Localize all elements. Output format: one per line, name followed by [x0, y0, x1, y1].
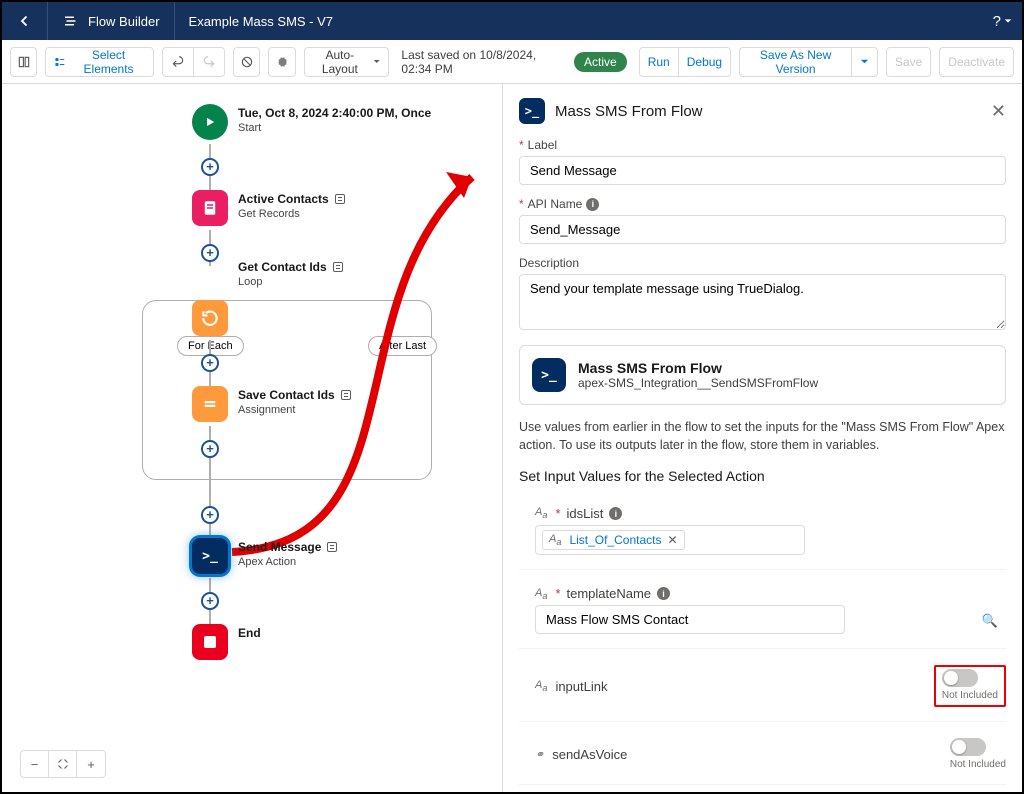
zoom-out-button[interactable]: − — [21, 751, 49, 777]
add-element-button[interactable]: + — [201, 244, 219, 262]
toolbar: Select Elements Auto-Layout Last saved o… — [2, 40, 1022, 84]
run-debug-group: Run Debug — [639, 47, 731, 77]
flow-canvas[interactable]: For Each After Last Tue, Oct 8, 2024 2:4… — [2, 84, 502, 792]
input-inputLink: AainputLink Not Included — [519, 657, 1006, 722]
app-title-block: Flow Builder — [48, 2, 175, 40]
text-type-icon: Aa — [535, 679, 547, 693]
close-panel-button[interactable]: ✕ — [991, 101, 1006, 122]
zoom-controls: − + — [20, 750, 106, 778]
action-api: apex-SMS_Integration__SendSMSFromFlow — [578, 376, 818, 390]
search-icon: 🔍 — [982, 613, 998, 629]
label-input[interactable] — [519, 156, 1006, 185]
action-summary-card[interactable]: >_ Mass SMS From Flow apex-SMS_Integrati… — [519, 345, 1006, 405]
help-button[interactable]: ? — [993, 13, 1012, 30]
panel-title: Mass SMS From Flow — [555, 103, 981, 120]
info-icon[interactable]: i — [609, 507, 622, 520]
play-icon — [192, 104, 228, 140]
templateName-input[interactable] — [535, 605, 845, 634]
add-element-button[interactable]: + — [201, 592, 219, 610]
details-icon — [333, 262, 343, 272]
run-button[interactable]: Run — [639, 47, 679, 77]
info-icon[interactable]: i — [586, 198, 599, 211]
input-sendAsVoice: ⚭sendAsVoice Not Included — [519, 730, 1006, 785]
save-as-group: Save As New Version — [739, 47, 878, 77]
app-title: Flow Builder — [88, 14, 160, 29]
assignment-icon — [192, 386, 228, 422]
gear-icon — [275, 55, 289, 69]
chevron-down-icon — [860, 57, 869, 66]
panel-help-text: Use values from earlier in the flow to s… — [519, 419, 1006, 454]
apex-action-icon: >_ — [192, 538, 228, 574]
undo-redo-group — [162, 47, 225, 77]
sendAsVoice-toggle[interactable] — [950, 738, 986, 756]
action-name: Mass SMS From Flow — [578, 360, 818, 376]
label-field-label: *Label — [519, 138, 1006, 152]
debug-button[interactable]: Debug — [678, 47, 731, 77]
add-element-button[interactable]: + — [201, 354, 219, 372]
details-icon — [327, 542, 337, 552]
undo-icon — [171, 55, 185, 69]
zoom-fit-button[interactable] — [49, 751, 77, 777]
prohibit-button[interactable] — [233, 47, 260, 77]
checklist-icon — [54, 55, 66, 69]
layout-mode-select[interactable]: Auto-Layout — [304, 47, 390, 77]
input-idsList: Aa*idsListi AaList_Of_Contacts✕ — [519, 498, 1006, 570]
link-type-icon: ⚭ — [535, 748, 544, 761]
select-elements-button[interactable]: Select Elements — [45, 47, 153, 77]
info-icon[interactable]: i — [657, 587, 670, 600]
input-templateName: Aa*templateNamei 🔍 — [519, 578, 1006, 649]
chevron-down-icon — [1004, 17, 1012, 25]
flow-node-save-contact-ids[interactable]: Save Contact Ids Assignment — [192, 386, 431, 426]
loop-icon — [192, 300, 228, 336]
canvas-mode-button[interactable] — [10, 47, 37, 77]
flow-node-end: End — [192, 624, 431, 664]
api-name-input[interactable] — [519, 215, 1006, 244]
section-title: Set Input Values for the Selected Action — [519, 468, 1006, 484]
deactivate-button[interactable]: Deactivate — [939, 47, 1014, 77]
annotation-highlight: Not Included — [934, 665, 1006, 707]
details-icon — [341, 390, 351, 400]
flow-node-start[interactable]: Tue, Oct 8, 2024 2:40:00 PM, Once Start — [192, 104, 431, 144]
flow-node-send-message[interactable]: >_ Send Message Apex Action — [192, 538, 431, 578]
inputLink-toggle[interactable] — [942, 669, 978, 687]
rectangle-icon — [17, 55, 31, 69]
flow-node-active-contacts[interactable]: Active Contacts Get Records — [192, 190, 431, 230]
record-name[interactable]: Example Mass SMS - V7 — [175, 14, 348, 29]
back-button[interactable] — [2, 2, 48, 40]
redo-icon — [202, 55, 216, 69]
get-records-icon — [192, 190, 228, 226]
idsList-input[interactable]: AaList_Of_Contacts✕ — [535, 525, 805, 555]
remove-pill-icon[interactable]: ✕ — [667, 533, 677, 547]
undo-button[interactable] — [162, 47, 194, 77]
apex-action-icon: >_ — [532, 358, 566, 392]
text-type-icon: Aa — [535, 506, 547, 520]
save-as-button[interactable]: Save As New Version — [739, 47, 852, 77]
api-name-label: *API Namei — [519, 197, 1006, 211]
resource-pill[interactable]: AaList_Of_Contacts✕ — [542, 530, 685, 550]
top-bar: Flow Builder Example Mass SMS - V7 ? — [2, 2, 1022, 40]
chevron-down-icon — [373, 57, 381, 66]
save-as-menu-button[interactable] — [851, 47, 878, 77]
end-icon — [192, 624, 228, 660]
text-type-icon: Aa — [535, 587, 547, 601]
last-saved-text: Last saved on 10/8/2024, 02:34 PM — [401, 48, 562, 76]
description-input[interactable]: Send your template message using TrueDia… — [519, 274, 1006, 330]
redo-button[interactable] — [193, 47, 225, 77]
add-element-button[interactable]: + — [201, 158, 219, 176]
zoom-in-button[interactable]: + — [77, 751, 105, 777]
apex-action-icon: >_ — [519, 98, 545, 124]
flow-builder-icon — [62, 12, 80, 30]
add-element-button[interactable]: + — [201, 440, 219, 458]
details-icon — [335, 194, 345, 204]
save-button[interactable]: Save — [886, 47, 931, 77]
prohibit-icon — [240, 55, 254, 69]
status-badge: Active — [574, 52, 627, 72]
add-element-button[interactable]: + — [201, 506, 219, 524]
description-label: Description — [519, 256, 1006, 270]
properties-panel: >_ Mass SMS From Flow ✕ *Label *API Name… — [502, 84, 1022, 792]
settings-button[interactable] — [268, 47, 295, 77]
